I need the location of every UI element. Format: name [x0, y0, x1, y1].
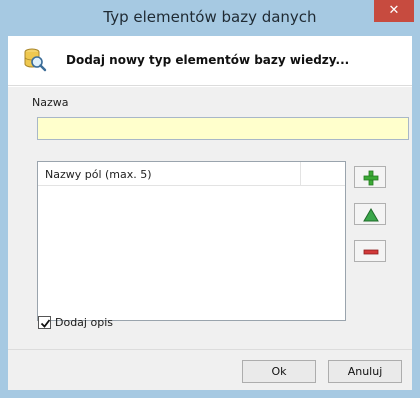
field-names-list[interactable]: Nazwy pól (max. 5)	[37, 161, 346, 321]
minus-icon	[363, 249, 379, 255]
database-search-icon	[22, 47, 48, 73]
dialog-window: Typ elementów bazy danych ✕ Dodaj nowy t…	[0, 0, 420, 398]
title-bar: Typ elementów bazy danych ✕	[0, 0, 420, 36]
close-button[interactable]: ✕	[374, 0, 414, 22]
dialog-footer: Ok Anuluj	[8, 349, 412, 390]
window-title: Typ elementów bazy danych	[103, 8, 317, 26]
name-input[interactable]	[37, 117, 409, 140]
dialog-content: Dodaj nowy typ elementów bazy wiedzy... …	[8, 36, 412, 390]
ok-button[interactable]: Ok	[242, 360, 316, 383]
add-description-checkbox[interactable]	[38, 316, 51, 329]
header-title: Dodaj nowy typ elementów bazy wiedzy...	[66, 53, 350, 67]
check-icon	[40, 319, 51, 328]
triangle-up-icon	[363, 208, 379, 222]
add-field-button[interactable]	[354, 166, 386, 188]
dialog-header: Dodaj nowy typ elementów bazy wiedzy...	[8, 36, 412, 86]
move-up-button[interactable]	[354, 203, 386, 225]
column-header-field-names[interactable]: Nazwy pól (max. 5)	[45, 168, 152, 181]
remove-field-button[interactable]	[354, 240, 386, 262]
name-label: Nazwa	[32, 96, 69, 109]
add-description-label[interactable]: Dodaj opis	[55, 316, 113, 329]
list-header: Nazwy pól (max. 5)	[38, 162, 345, 186]
plus-icon	[363, 170, 379, 186]
close-icon: ✕	[388, 3, 400, 18]
cancel-button[interactable]: Anuluj	[328, 360, 402, 383]
column-separator	[300, 162, 301, 186]
